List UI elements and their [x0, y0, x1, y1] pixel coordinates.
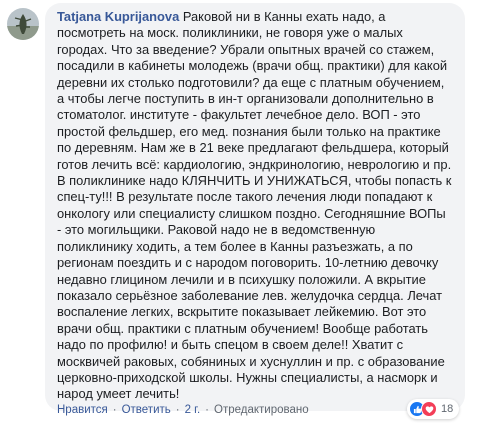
reaction-count: 18: [441, 403, 454, 415]
edited-label: Отредактировано: [214, 404, 309, 416]
separator: ·: [112, 404, 117, 416]
comment-bubble: Tatjana Kuprijanova Раковой ни в Канны е…: [45, 3, 465, 411]
reply-link[interactable]: Ответить: [122, 404, 171, 416]
comment-author[interactable]: Tatjana Kuprijanova: [57, 9, 179, 24]
comment-actions: Нравится · Ответить · 2 г. · Отредактиро…: [57, 404, 309, 416]
separator: ·: [175, 404, 180, 416]
timestamp-link[interactable]: 2 г.: [185, 404, 201, 416]
avatar[interactable]: [7, 8, 39, 40]
reactions-summary[interactable]: 18: [407, 399, 460, 419]
love-icon: [421, 401, 437, 417]
separator: ·: [205, 404, 210, 416]
like-link[interactable]: Нравится: [57, 404, 108, 416]
comment-text: Раковой ни в Канны ехать надо, а посмотр…: [57, 9, 452, 402]
